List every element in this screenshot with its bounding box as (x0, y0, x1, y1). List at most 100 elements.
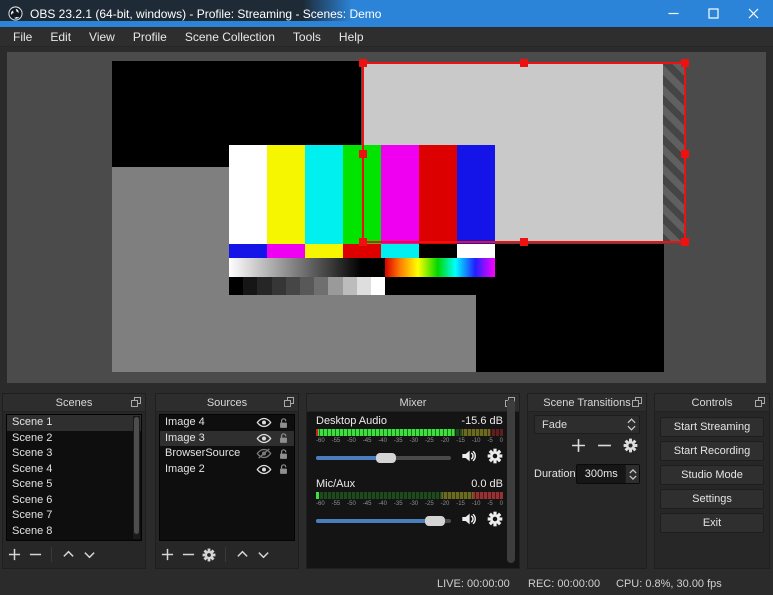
sources-list: Image 4 Image 3 BrowserSource Image 2 (159, 414, 295, 541)
black-block (385, 277, 495, 295)
popout-icon[interactable] (284, 397, 294, 407)
remove-scene-button[interactable] (28, 548, 42, 562)
scene-row[interactable]: Scene 5 (7, 477, 141, 493)
menu-help[interactable]: Help (330, 30, 373, 44)
scenes-scrollbar[interactable] (133, 416, 140, 539)
selection-handle[interactable] (359, 238, 367, 246)
settings-button[interactable]: Settings (660, 489, 764, 509)
selection-bounding-box[interactable] (359, 59, 689, 246)
move-source-up-button[interactable] (235, 548, 249, 562)
start-recording-button[interactable]: Start Recording (660, 441, 764, 461)
add-source-button[interactable] (160, 548, 174, 562)
speaker-icon[interactable] (459, 511, 479, 532)
move-scene-up-button[interactable] (61, 548, 75, 562)
transitions-panel-title: Scene Transitions (543, 396, 631, 409)
db-tick-label: -35 (393, 501, 403, 507)
preview-canvas[interactable] (7, 52, 766, 383)
volume-slider[interactable] (316, 516, 451, 526)
combo-spinner-icon[interactable] (624, 416, 639, 433)
duration-spinbox[interactable]: 300ms (575, 464, 640, 484)
gray-step (229, 277, 244, 295)
source-black-rect-bottom[interactable] (476, 244, 664, 372)
source-row[interactable]: Image 4 (160, 415, 294, 431)
scene-row[interactable]: Scene 9 (7, 539, 141, 540)
scene-name: Scene 2 (12, 431, 53, 444)
gray-step (257, 277, 272, 295)
remove-source-button[interactable] (181, 548, 195, 562)
source-name: BrowserSource (165, 447, 241, 459)
scene-name: Scene 6 (12, 493, 53, 506)
add-scene-button[interactable] (7, 548, 21, 562)
color-bar (305, 145, 343, 244)
source-row[interactable]: Image 3 (160, 430, 294, 446)
unlock-icon[interactable] (275, 463, 291, 475)
selection-handle[interactable] (359, 59, 367, 67)
mixer-channel-mic-aux: Mic/Aux 0.0 dB -60 -55 -50 -45 -40 -35 -30 -25 -20… (316, 477, 503, 529)
db-tick-label: -30 (409, 501, 419, 507)
move-source-down-button[interactable] (256, 548, 270, 562)
scene-row[interactable]: Scene 2 (7, 431, 141, 447)
transition-properties-gear-icon[interactable] (623, 438, 638, 458)
minimize-button[interactable] (653, 0, 693, 27)
visibility-eye-icon[interactable] (256, 417, 272, 429)
transition-select[interactable]: Fade (534, 415, 640, 434)
scene-row[interactable]: Scene 3 (7, 446, 141, 462)
close-button[interactable] (733, 0, 773, 27)
audio-settings-gear-icon[interactable] (487, 448, 503, 469)
menu-scene-collection[interactable]: Scene Collection (176, 30, 284, 44)
menu-file[interactable]: File (4, 30, 41, 44)
speaker-icon[interactable] (459, 448, 479, 469)
menu-view[interactable]: View (80, 30, 124, 44)
remove-transition-button[interactable] (597, 438, 612, 458)
selection-handle[interactable] (520, 238, 528, 246)
menu-tools[interactable]: Tools (284, 30, 330, 44)
scene-row[interactable]: Scene 6 (7, 493, 141, 509)
visibility-eye-off-icon[interactable] (256, 448, 272, 460)
popout-icon[interactable] (755, 397, 765, 407)
exit-button[interactable]: Exit (660, 513, 764, 533)
controls-panel-title: Controls (691, 396, 733, 409)
slider-handle[interactable] (376, 453, 397, 463)
volume-slider[interactable] (316, 453, 451, 463)
selection-handle[interactable] (681, 59, 689, 67)
slider-handle[interactable] (424, 516, 445, 526)
maximize-button[interactable] (693, 0, 733, 27)
mixer-scrollbar[interactable] (507, 399, 515, 563)
source-properties-gear-icon[interactable] (202, 548, 216, 562)
menu-profile[interactable]: Profile (124, 30, 176, 44)
add-transition-button[interactable] (571, 438, 586, 458)
unlock-icon[interactable] (275, 417, 291, 429)
visibility-eye-icon[interactable] (256, 463, 272, 475)
unlock-icon[interactable] (275, 432, 291, 444)
popout-icon[interactable] (632, 397, 642, 407)
toolbar-separator (51, 547, 52, 562)
duration-value: 300ms (584, 468, 618, 480)
scene-name: Scene 5 (12, 478, 53, 490)
scrollbar-thumb[interactable] (134, 417, 139, 534)
db-scale: -60 -55 -50 -45 -40 -35 -30 -25 -20 -15 -10 -5 0 (316, 500, 503, 508)
selection-handle[interactable] (520, 59, 528, 67)
audio-source-name: Desktop Audio (316, 415, 387, 427)
unlock-icon[interactable] (275, 448, 291, 460)
start-streaming-button[interactable]: Start Streaming (660, 417, 764, 437)
scene-row[interactable]: Scene 7 (7, 508, 141, 524)
selection-handle[interactable] (681, 238, 689, 246)
source-row[interactable]: Image 2 (160, 462, 294, 478)
source-row[interactable]: BrowserSource (160, 446, 294, 462)
popout-icon[interactable] (131, 397, 141, 407)
studio-mode-button[interactable]: Studio Mode (660, 465, 764, 485)
selection-handle[interactable] (681, 150, 689, 158)
scene-row[interactable]: Scene 4 (7, 462, 141, 478)
scene-name: Scene 8 (12, 524, 53, 537)
spinbox-arrows-icon[interactable] (625, 465, 639, 483)
selection-handle[interactable] (359, 150, 367, 158)
audio-settings-gear-icon[interactable] (487, 511, 503, 532)
visibility-eye-icon[interactable] (256, 432, 272, 444)
menu-edit[interactable]: Edit (41, 30, 80, 44)
title-bar[interactable]: OBS 23.2.1 (64-bit, windows) - Profile: … (0, 0, 773, 27)
scene-row[interactable]: Scene 1 (7, 415, 141, 431)
scene-row[interactable]: Scene 8 (7, 524, 141, 540)
transition-selected-value: Fade (542, 418, 568, 431)
move-scene-down-button[interactable] (82, 548, 96, 562)
db-tick-label: -5 (487, 438, 493, 444)
